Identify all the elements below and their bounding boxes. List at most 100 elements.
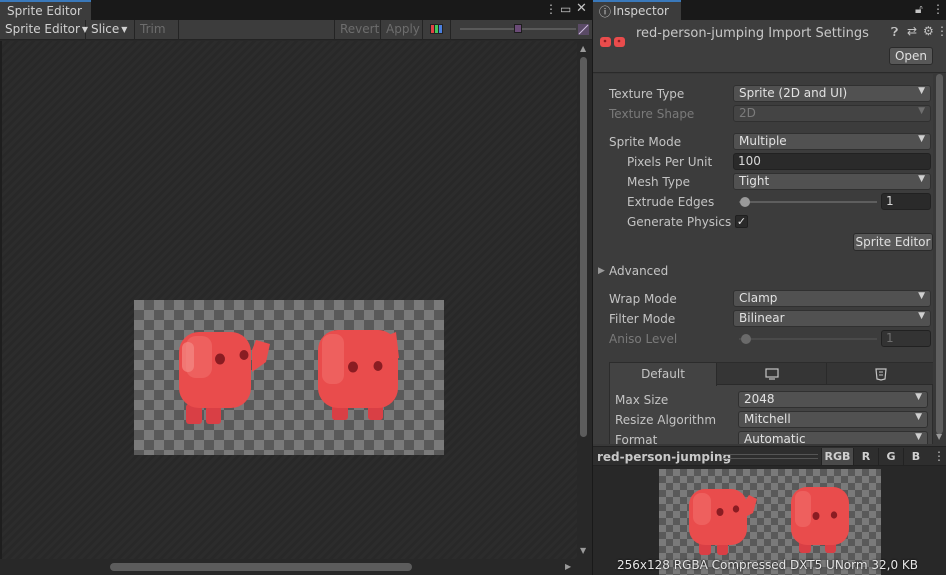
channel-g-button[interactable]: G: [878, 448, 903, 465]
extrude-edges-slider[interactable]: [739, 201, 877, 203]
info-icon: ⓘ: [599, 5, 612, 19]
filter-mode-label: Filter Mode: [609, 312, 676, 326]
editor-root: Sprite Editor ⋮ ▭ ✕ Sprite Editor ▼ Slice…: [0, 0, 946, 575]
revert-button[interactable]: Revert: [334, 20, 381, 40]
max-size-dropdown[interactable]: 2048 ▼: [738, 391, 928, 408]
inspector-tab[interactable]: ⓘ Inspector: [593, 0, 681, 20]
tab-default[interactable]: Default: [610, 363, 717, 386]
aniso-level-field: 1: [881, 330, 931, 347]
sprite-asset-icon: [600, 37, 625, 47]
help-icon[interactable]: ❓︎: [891, 25, 898, 40]
sprite-editor-button[interactable]: Sprite Editor: [853, 233, 933, 251]
sprite-editor-window: Sprite Editor ⋮ ▭ ✕ Sprite Editor ▼ Slice…: [0, 0, 592, 575]
preview-header: red-person-jumping RGB R G B ⋮: [593, 446, 946, 466]
scroll-down-icon[interactable]: ▼: [936, 432, 942, 441]
generate-physics-label: Generate Physics S: [627, 215, 733, 229]
scroll-up-icon[interactable]: ▲: [580, 44, 586, 53]
chevron-down-icon: ▼: [915, 432, 922, 442]
texture-preview: 256x128 RGBA Compressed DXT5 UNorm 32,0 …: [593, 466, 946, 575]
texture-info: 256x128 RGBA Compressed DXT5 UNorm 32,0 …: [617, 558, 919, 572]
editor-mode-label: Sprite Editor: [5, 22, 80, 36]
platform-tabs: Default: [610, 363, 933, 386]
wrap-mode-dropdown[interactable]: Clamp ▼: [733, 290, 931, 307]
generate-physics-checkbox[interactable]: ✓: [735, 215, 748, 228]
format-value: Automatic: [744, 432, 806, 444]
texture-type-value: Sprite (2D and UI): [739, 86, 848, 100]
format-label: Format: [615, 433, 658, 444]
texture-type-label: Texture Type: [609, 87, 685, 101]
inspector-scroll-thumb[interactable]: [936, 74, 943, 434]
texture-shape-dropdown: 2D ▼: [733, 105, 931, 122]
format-dropdown[interactable]: Automatic ▼: [738, 431, 928, 444]
extrude-edges-slider-handle[interactable]: [740, 197, 750, 207]
mesh-type-dropdown[interactable]: Tight ▼: [733, 173, 931, 190]
tab-webgl[interactable]: [827, 363, 933, 385]
resize-algorithm-dropdown[interactable]: Mitchell ▼: [738, 411, 928, 428]
more-options-icon[interactable]: ⋮: [936, 24, 946, 38]
lock-icon[interactable]: 🔓︎: [915, 2, 923, 17]
canvas-vertical-scrollbar[interactable]: ▲ ▼: [577, 41, 592, 559]
texture-shape-label: Texture Shape: [609, 107, 695, 121]
pixels-per-unit-field[interactable]: 100: [733, 153, 931, 170]
pixels-per-unit-label: Pixels Per Unit: [627, 155, 713, 169]
advanced-foldout[interactable]: Advanced: [609, 264, 668, 278]
slice-dropdown[interactable]: Slice ▼: [86, 20, 135, 40]
sprite-frame-2: [318, 330, 399, 420]
extrude-edges-label: Extrude Edges: [627, 195, 715, 209]
extrude-edges-field[interactable]: 1: [881, 193, 931, 210]
asset-title: red-person-jumping Import Settings: [636, 26, 869, 41]
color-channel-toggle[interactable]: [423, 20, 451, 40]
scroll-down-icon[interactable]: ▼: [580, 546, 586, 555]
sprite-frame-1: [179, 332, 270, 424]
filter-mode-dropdown[interactable]: Bilinear ▼: [733, 310, 931, 327]
wrap-mode-value: Clamp: [739, 291, 778, 305]
texture-shape-value: 2D: [739, 106, 756, 120]
resize-algorithm-value: Mitchell: [744, 412, 791, 426]
import-settings-panel: Texture Type Sprite (2D and UI) ▼ Textur…: [593, 74, 933, 444]
mesh-type-value: Tight: [739, 174, 770, 188]
channel-rgb-button[interactable]: RGB: [821, 448, 853, 465]
inspector-header: red-person-jumping Import Settings ❓︎ ⇄ …: [593, 20, 946, 73]
chevron-down-icon: ▼: [918, 134, 925, 144]
more-options-icon[interactable]: ⋮: [545, 2, 557, 16]
horizontal-scroll-thumb[interactable]: [110, 563, 412, 571]
sprite-sheet-image: [179, 330, 399, 424]
sprite-editor-tab[interactable]: Sprite Editor: [0, 0, 91, 20]
expand-arrow-icon[interactable]: ▶: [598, 266, 605, 276]
apply-button[interactable]: Apply: [381, 20, 423, 40]
sprite-editor-toolbar: Sprite Editor ▼ Slice ▼ Trim Revert Apply: [0, 20, 592, 40]
channel-b-button[interactable]: B: [903, 448, 928, 465]
chevron-down-icon: ▼: [915, 392, 922, 402]
gear-icon[interactable]: ⚙: [923, 24, 934, 38]
vertical-scroll-thumb[interactable]: [580, 57, 587, 437]
canvas-horizontal-scrollbar[interactable]: ▶: [0, 559, 592, 575]
trim-button[interactable]: Trim: [135, 20, 179, 40]
close-icon[interactable]: ✕: [576, 1, 587, 16]
resize-grip[interactable]: [722, 454, 818, 459]
inspector-window: ⓘ Inspector 🔓︎ ⋮ red-person-jumping Impo…: [593, 0, 946, 575]
channel-r-button[interactable]: R: [853, 448, 878, 465]
more-options-icon[interactable]: ⋮: [933, 449, 945, 463]
more-options-icon[interactable]: ⋮: [932, 2, 944, 16]
slice-label: Slice: [91, 22, 120, 36]
sprite-sheet[interactable]: [134, 300, 444, 455]
tab-standalone[interactable]: [717, 363, 827, 385]
inspector-scrollbar[interactable]: ▼: [933, 74, 946, 444]
chevron-down-icon: ▼: [918, 86, 925, 96]
texture-type-dropdown[interactable]: Sprite (2D and UI) ▼: [733, 85, 931, 102]
chevron-down-icon: ▼: [918, 311, 925, 321]
zoom-slider-handle[interactable]: [514, 24, 522, 33]
open-button[interactable]: Open: [889, 47, 933, 65]
editor-mode-dropdown[interactable]: Sprite Editor ▼: [0, 20, 88, 40]
mipmap-icon[interactable]: [578, 24, 589, 35]
html5-icon: [874, 368, 887, 381]
platform-settings: Default Max Size 2048 ▼ Resize Algorithm…: [609, 362, 933, 444]
chevron-down-icon: ▼: [121, 25, 128, 34]
max-size-value: 2048: [744, 392, 775, 406]
presets-icon[interactable]: ⇄: [907, 24, 917, 38]
scroll-right-icon[interactable]: ▶: [565, 562, 571, 571]
inspector-tabbar: ⓘ Inspector 🔓︎ ⋮: [593, 0, 946, 20]
aniso-level-slider: [739, 338, 877, 340]
maximize-icon[interactable]: ▭: [560, 2, 571, 16]
sprite-mode-dropdown[interactable]: Multiple ▼: [733, 133, 931, 150]
